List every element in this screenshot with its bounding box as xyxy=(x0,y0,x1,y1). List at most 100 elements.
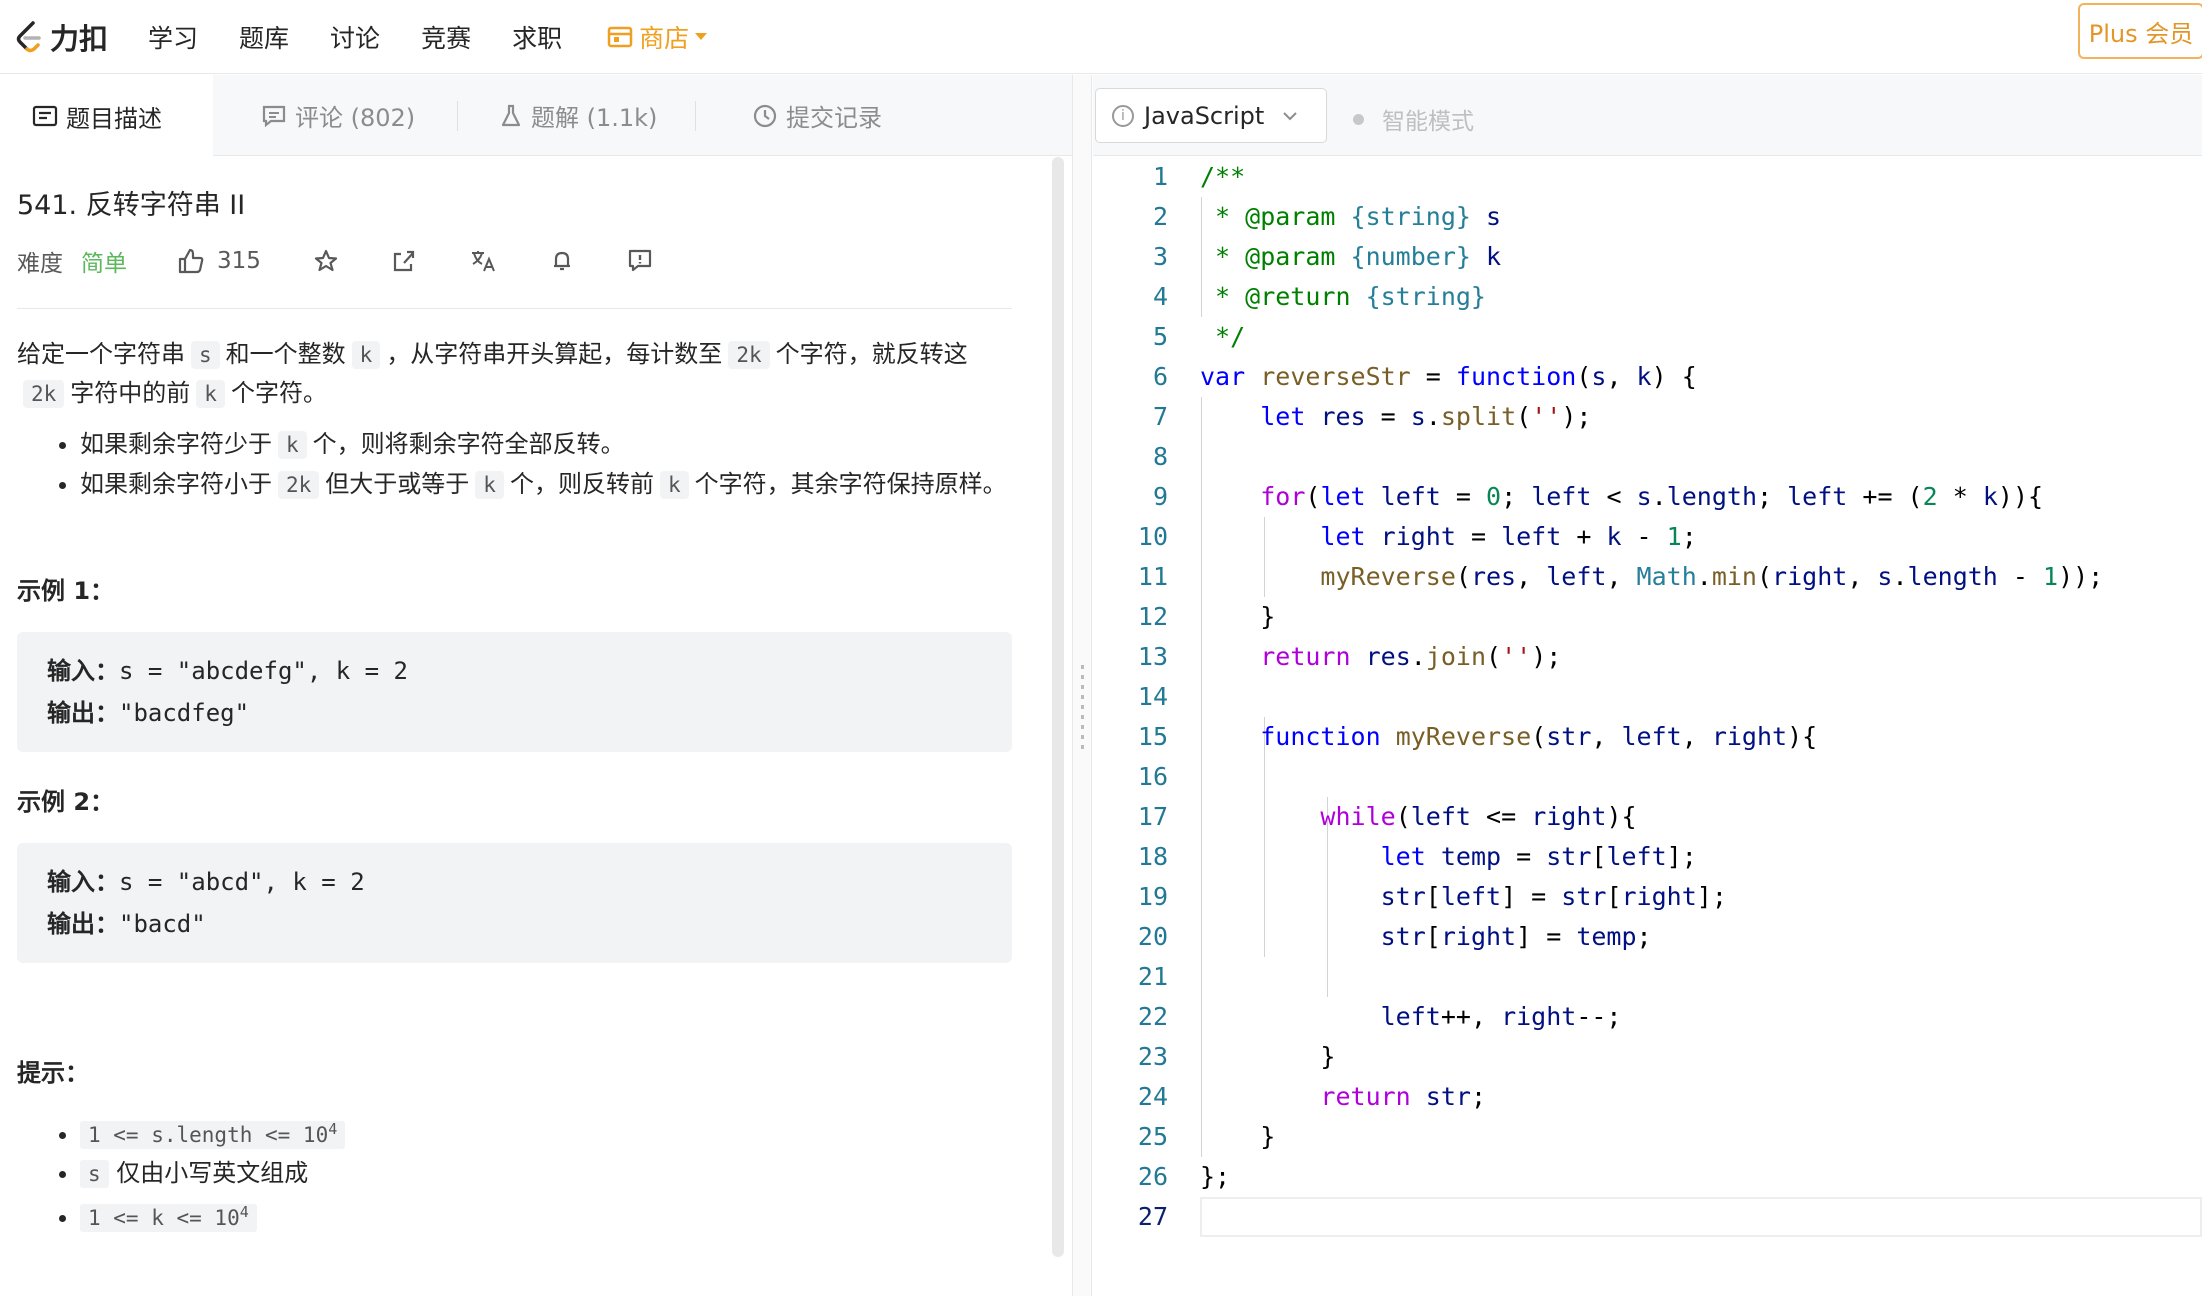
scrollbar[interactable] xyxy=(1052,157,1064,1257)
line-number: 26 xyxy=(1137,1162,1168,1191)
input-label: 输入： xyxy=(47,657,119,685)
code-line: 5 */ xyxy=(1093,317,2202,357)
problem-tabs: 题目描述 评论 (802) 题解 (1.1k) 提交记录 xyxy=(0,75,1072,157)
code-line: 11 myReverse(res, left, Math.min(right, … xyxy=(1093,557,2202,597)
inline-code: 1 <= s.length <= 104 xyxy=(80,1120,346,1149)
output-label: 输出： xyxy=(47,910,119,938)
nav-menu: 学习 题库 讨论 竞赛 求职 商店 xyxy=(148,19,708,55)
tab-description[interactable]: 题目描述 xyxy=(0,75,213,157)
tab-solutions[interactable]: 题解 (1.1k) xyxy=(499,75,657,156)
nav-item-problemset[interactable]: 题库 xyxy=(239,19,289,55)
translate-icon xyxy=(471,251,495,272)
code-text: str[left] = str[right]; xyxy=(1380,882,1727,911)
code-text: str[right] = temp; xyxy=(1380,922,1652,951)
editor-pane: i JavaScript 智能模式 1/** 2 * @param {strin… xyxy=(1093,75,2202,1296)
desc-text: 字符中的前 xyxy=(70,379,191,407)
language-select[interactable]: i JavaScript xyxy=(1095,88,1327,143)
feedback-button[interactable] xyxy=(627,248,653,274)
list-item: s 仅由小写英文组成 xyxy=(80,1154,1017,1193)
code-line: 24 return str; xyxy=(1093,1077,2202,1117)
nav-item-discuss[interactable]: 讨论 xyxy=(330,19,380,55)
list-text: 个，则将剩余字符全部反转。 xyxy=(312,430,625,458)
hint-text: 1 <= s.length <= 10 xyxy=(88,1123,329,1147)
line-number: 25 xyxy=(1137,1122,1168,1151)
chevron-down-icon xyxy=(695,33,708,40)
code-text: var reverseStr = function(s, k) { xyxy=(1200,362,1697,391)
editor-toolbar: i JavaScript 智能模式 xyxy=(1093,75,2202,156)
tab-comments[interactable]: 评论 (802) xyxy=(261,75,415,156)
share-button[interactable] xyxy=(391,248,417,274)
code-line: 16 xyxy=(1093,757,2202,797)
like-button[interactable]: 315 xyxy=(177,248,261,274)
code-line: 7 let res = s.split(''); xyxy=(1093,397,2202,437)
difficulty-label: 难度 xyxy=(17,251,63,277)
example2-output: "bacd" xyxy=(119,910,206,938)
line-number: 15 xyxy=(1137,722,1168,751)
inline-code: 2k xyxy=(278,471,320,499)
tab-submissions[interactable]: 提交记录 xyxy=(752,75,882,156)
inline-code: s xyxy=(191,341,220,369)
language-label: JavaScript xyxy=(1144,101,1265,130)
plus-member-button[interactable]: Plus 会员 xyxy=(2078,3,2202,59)
inline-code: k xyxy=(351,341,381,369)
nav-item-contest[interactable]: 竞赛 xyxy=(421,19,471,55)
code-text: for(let left = 0; left < s.length; left … xyxy=(1260,482,2044,511)
store-label: 商店 xyxy=(639,23,690,53)
example1-box: 输入：s = "abcdefg", k = 2 输出："bacdfeg" xyxy=(17,632,1012,752)
notify-button[interactable] xyxy=(549,248,575,274)
code-text: function myReverse(str, left, right){ xyxy=(1260,722,1818,751)
hint-list: 1 <= s.length <= 104 s 仅由小写英文组成 1 <= k <… xyxy=(0,1110,1017,1237)
problem-pane: 题目描述 评论 (802) 题解 (1.1k) 提交记录 541. 反转字符串 … xyxy=(0,75,1072,1296)
code-line: 27 xyxy=(1093,1197,2202,1237)
hint-title: 提示： xyxy=(17,1059,89,1087)
tab-solutions-label: 题解 (1.1k) xyxy=(531,104,658,132)
code-line: 26}; xyxy=(1093,1157,2202,1197)
code-line: 4 * @return {string} xyxy=(1093,277,2202,317)
line-number: 27 xyxy=(1137,1202,1168,1231)
example2-title: 示例 2： xyxy=(17,788,115,816)
inline-code: s xyxy=(80,1160,109,1188)
status-dot-icon xyxy=(1353,113,1364,125)
code-line: 19 str[left] = str[right]; xyxy=(1093,877,2202,917)
logo[interactable]: 力扣 xyxy=(14,16,108,58)
feedback-icon xyxy=(628,249,652,272)
smart-mode-toggle[interactable]: 智能模式 xyxy=(1353,102,1474,136)
favorite-button[interactable] xyxy=(313,248,339,274)
desc-text: 给定一个字符串 xyxy=(17,340,185,368)
like-count: 315 xyxy=(217,248,261,274)
code-line: 17 while(left <= right){ xyxy=(1093,797,2202,837)
clock-icon xyxy=(753,104,777,127)
line-number: 24 xyxy=(1137,1082,1168,1111)
example1-output-line: 输出："bacdfeg" xyxy=(47,692,982,734)
code-line: 23 } xyxy=(1093,1037,2202,1077)
nav-item-jobs[interactable]: 求职 xyxy=(512,19,562,55)
code-line: 22 left++, right--; xyxy=(1093,997,2202,1037)
tab-comments-label: 评论 (802) xyxy=(295,104,416,132)
list-item: 如果剩余字符小于2k但大于或等于k个，则反转前k个字符，其余字符保持原样。 xyxy=(80,465,1017,505)
pane-resizer[interactable] xyxy=(1072,75,1092,1296)
inline-code: k xyxy=(196,380,225,408)
list-text: 个字符，其余字符保持原样。 xyxy=(694,470,1007,498)
leetcode-logo-icon xyxy=(16,20,41,52)
thumbs-up-icon xyxy=(178,248,204,274)
line-number: 21 xyxy=(1137,962,1168,991)
line-number: 20 xyxy=(1137,922,1168,951)
line-number: 8 xyxy=(1152,442,1168,471)
code-editor[interactable]: 1 /** 2 * @param {string} s 3 * @param {n… xyxy=(1093,157,2202,1296)
code-text: return res.join(''); xyxy=(1260,642,1562,671)
nav-item-store[interactable]: 商店 xyxy=(607,19,708,55)
line-number: 4 xyxy=(1152,282,1168,311)
code-line: 20 str[right] = temp; xyxy=(1093,917,2202,957)
code-text: * @param {number} k xyxy=(1200,242,1502,271)
line-number: 14 xyxy=(1137,682,1168,711)
superscript: 4 xyxy=(328,1120,338,1138)
code-text: let temp = str[left]; xyxy=(1380,842,1697,871)
example2-output-line: 输出："bacd" xyxy=(47,903,982,945)
difficulty-badge: 简单 xyxy=(81,251,127,277)
line-number: 2 xyxy=(1152,202,1168,231)
code-line: 12 } xyxy=(1093,597,2202,637)
translate-button[interactable] xyxy=(469,248,497,274)
nav-item-learn[interactable]: 学习 xyxy=(148,19,198,55)
input-label: 输入： xyxy=(47,868,119,896)
code-line: 13 return res.join(''); xyxy=(1093,637,2202,677)
